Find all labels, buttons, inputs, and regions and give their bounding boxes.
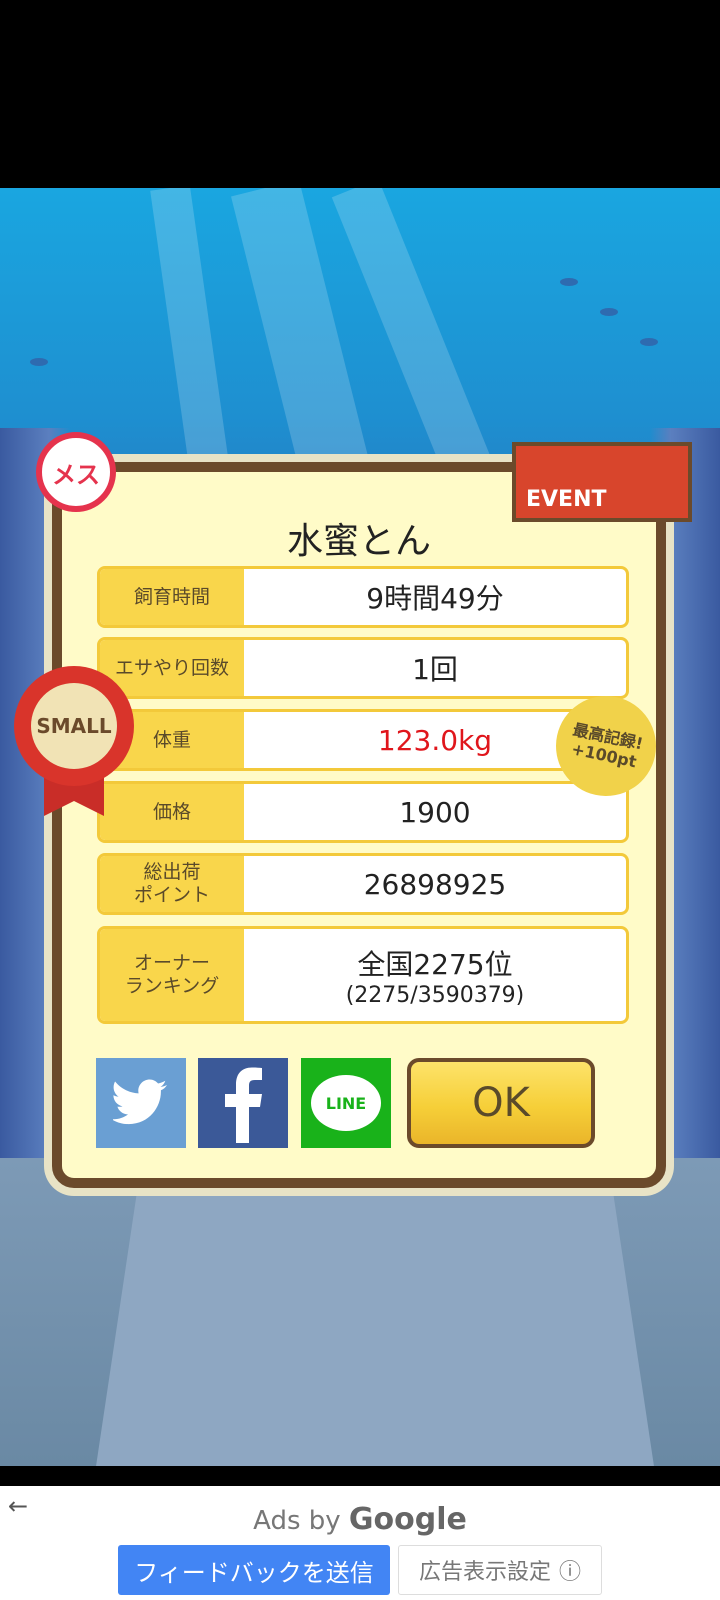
stat-value: 1回	[412, 653, 458, 686]
fish-icon	[30, 358, 48, 366]
ad-settings-label: 広告表示設定	[418, 1560, 551, 1585]
send-feedback-button[interactable]: フィードバックを送信	[118, 1545, 390, 1595]
female-badge: メス	[36, 432, 116, 512]
line-label: LINE	[325, 1093, 367, 1113]
twitter-share-button[interactable]	[96, 1058, 186, 1148]
ads-by-google: Ads by Google	[0, 1502, 720, 1537]
sea-floor-path	[95, 1173, 655, 1466]
stat-row-shipping-points: 総出荷 ポイント 26898925	[97, 853, 629, 915]
stat-label: 飼育時間	[100, 569, 244, 625]
fish-icon	[600, 308, 618, 316]
facebook-icon	[225, 1067, 262, 1143]
line-share-button[interactable]: LINE	[301, 1058, 391, 1148]
ad-bar: ← Ads by Google フィードバックを送信 広告表示設定 ⓘ	[0, 1486, 720, 1600]
ok-button[interactable]: OK	[407, 1058, 595, 1148]
event-badge: EVENT	[512, 442, 692, 522]
ranking-value: 全国2275位 (2275/3590379)	[244, 929, 626, 1021]
stat-row-feed-count: エサやり回数 1回	[97, 637, 629, 699]
info-icon: ⓘ	[559, 1560, 582, 1585]
stat-row-weight: 体重 123.0kg	[97, 709, 629, 771]
fish-icon	[640, 338, 658, 346]
ranking-national: 全国2275位	[357, 947, 513, 981]
stat-label: オーナー ランキング	[100, 929, 244, 1021]
stat-row-price: 価格 1900	[97, 781, 629, 843]
ads-by-label: Ads by	[253, 1506, 341, 1536]
stat-row-owner-ranking: オーナー ランキング 全国2275位 (2275/3590379)	[97, 926, 629, 1024]
size-label: SMALL	[31, 683, 117, 769]
twitter-icon	[113, 1079, 167, 1125]
line-icon: LINE	[311, 1075, 381, 1131]
fish-icon	[560, 278, 578, 286]
facebook-share-button[interactable]	[198, 1058, 288, 1148]
small-rosette-badge: SMALL	[14, 666, 134, 816]
stat-value: 26898925	[363, 867, 507, 901]
ad-settings-button[interactable]: 広告表示設定 ⓘ	[398, 1545, 602, 1595]
stat-value: 1900	[399, 795, 471, 829]
stat-row-breeding-time: 飼育時間 9時間49分	[97, 566, 629, 628]
stat-value: 9時間49分	[366, 582, 504, 615]
ranking-fraction: (2275/3590379)	[345, 982, 525, 1008]
stat-label: 総出荷 ポイント	[100, 856, 244, 912]
result-panel: 水蜜とん 飼育時間 9時間49分 エサやり回数 1回 体重 123.0kg 価格…	[52, 462, 666, 1188]
google-logo: Google	[348, 1502, 467, 1537]
